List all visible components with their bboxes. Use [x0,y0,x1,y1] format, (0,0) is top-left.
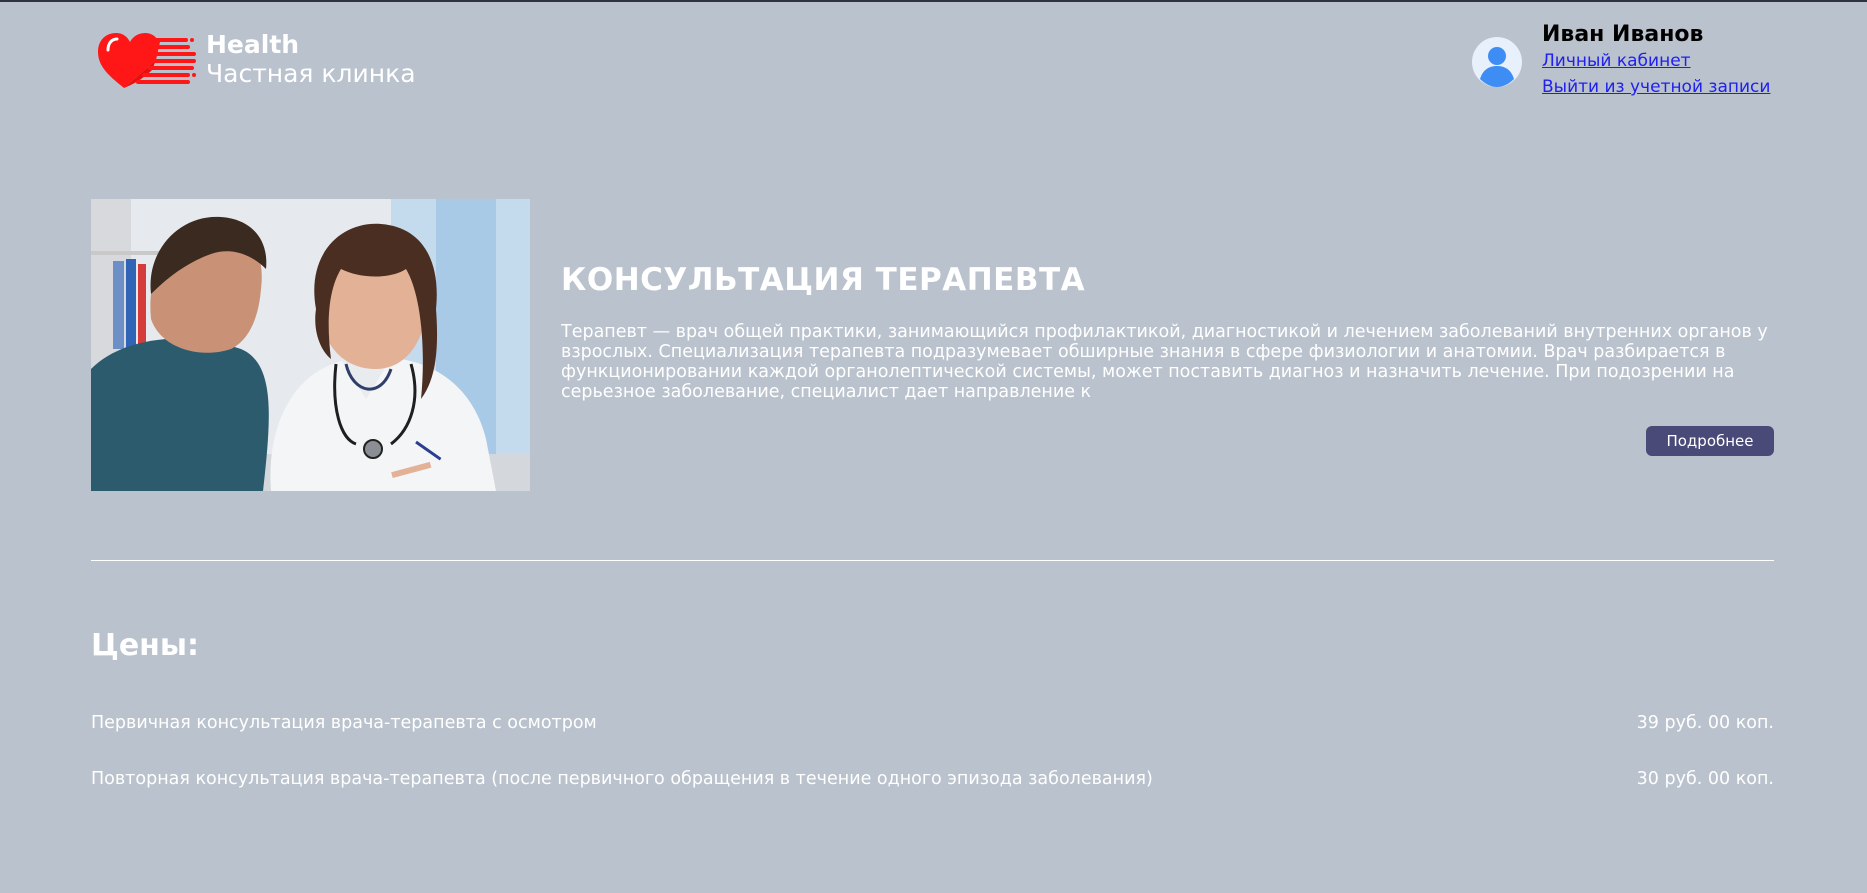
doctor-consultation-photo [91,199,530,491]
logo-subtitle: Частная клинка [206,59,416,88]
section-divider [91,560,1774,561]
price-item-value: 30 руб. 00 коп. [1636,769,1774,789]
user-name: Иван Иванов [1542,22,1704,47]
logo-link[interactable]: Health Частная клинка [94,30,416,90]
service-description: Терапевт — врач общей практики, занимающ… [561,322,1768,402]
service-content: КОНСУЛЬТАЦИЯ ТЕРАПЕВТА Терапевт — врач о… [561,256,1774,456]
price-row: Повторная консультация врача-терапевта (… [91,767,1774,791]
logo-text: Health Частная клинка [206,30,416,88]
more-button[interactable]: Подробнее [1646,426,1774,456]
user-info: Иван Иванов Личный кабинет Выйти из учет… [1542,22,1770,100]
service-title: КОНСУЛЬТАЦИЯ ТЕРАПЕВТА [561,262,1086,298]
heart-speed-icon [98,33,196,88]
user-avatar-icon[interactable] [1472,37,1522,87]
user-block: Иван Иванов Личный кабинет Выйти из учет… [1472,22,1770,100]
price-item-name: Первичная консультация врача-терапевта с… [91,713,597,733]
price-item-value: 39 руб. 00 коп. [1636,713,1774,733]
prices-title: Цены: [91,628,200,663]
profile-link[interactable]: Личный кабинет [1542,48,1770,74]
logout-link[interactable]: Выйти из учетной записи [1542,74,1770,100]
logo-title: Health [206,30,300,59]
price-item-name: Повторная консультация врача-терапевта (… [91,769,1153,789]
price-row: Первичная консультация врача-терапевта с… [91,711,1774,735]
